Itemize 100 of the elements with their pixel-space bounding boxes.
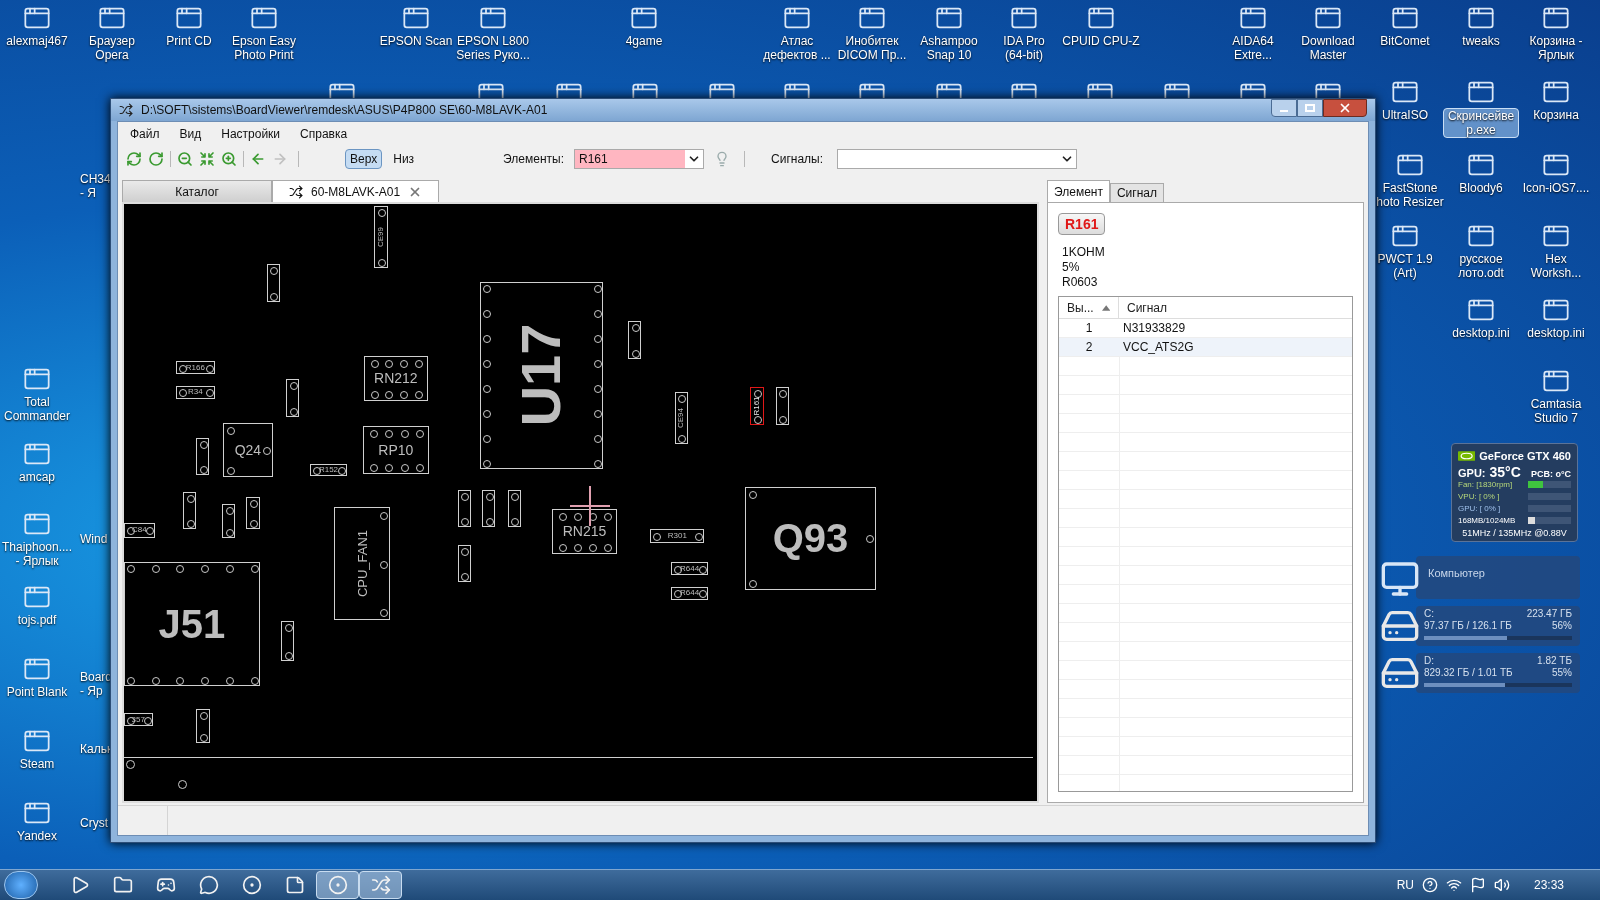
board-component[interactable]: Q93 [745,486,876,590]
help-icon[interactable] [1421,877,1438,893]
desktop-icon-label[interactable]: IDA Pro (64-bit) [999,34,1049,62]
start-button[interactable] [4,871,38,899]
board-component[interactable]: CPU_FAN1 [334,506,391,621]
board-component[interactable]: J51 [124,562,260,687]
board-component[interactable]: CE99 [373,206,389,269]
maximize-button[interactable] [1297,99,1323,117]
part-button[interactable]: R161 [1058,213,1106,235]
desktop-icon-label[interactable]: tojs.pdf [13,613,61,627]
desktop-icon-label[interactable]: 4game [621,34,667,48]
board-component[interactable]: RN212 [363,355,428,401]
desktop-icon-label[interactable]: Инобитек DICOM Пр... [833,34,911,62]
side-toggle[interactable]: Верх [345,149,383,169]
desktop-icon-label[interactable]: UltraISO [1378,108,1432,122]
menu-item[interactable]: Настройки [221,125,281,143]
left-arrow-icon[interactable] [250,151,266,167]
desktop-icon-label[interactable]: Ashampoo Snap 10 [916,34,982,62]
flag-icon[interactable] [1469,877,1486,893]
desktop-icon-label[interactable]: Epson Easy Photo Print [227,34,300,62]
board-component[interactable]: 357 [124,712,153,727]
board-component[interactable] [775,386,789,426]
board-component[interactable] [627,321,642,360]
desktop-icon-label[interactable]: Point Blank [2,685,72,699]
zoom-out-icon[interactable] [177,151,193,167]
desktop-icon-label[interactable]: Wind [80,532,108,546]
language-indicator[interactable]: RU [1396,876,1414,894]
desktop-icon-label[interactable]: desktop.ini [1448,326,1514,340]
board-component[interactable]: Q24 [222,423,273,478]
panel-tab[interactable]: Элемент [1047,180,1110,202]
menu-item[interactable]: Файл [130,125,160,143]
desktop-icon-label[interactable]: FastStone hoto Resizer [1372,181,1448,209]
board-component[interactable] [196,437,209,476]
board-component[interactable]: R644 [670,562,709,576]
board-component[interactable] [286,379,300,418]
side-toggle[interactable]: Низ [388,149,420,169]
desktop-icon-label[interactable]: Корзина - Ярлык [1525,34,1587,62]
desktop-icon-label[interactable]: Корзина [1529,108,1583,122]
desktop-icon-label[interactable]: Yandex [13,829,61,843]
document-tab[interactable]: 60-M8LAVK-A01 [272,180,440,202]
desktop-icon-label[interactable]: BitComet [1376,34,1434,48]
board-canvas[interactable]: CE99 R166 R34 RN212 U17 Q24 RP10 R152 CE94 R161 C84 CPU_FAN1 RN215 R301 R644 R644 Q93 J51 357 [122,202,1039,803]
menu-item[interactable]: Вид [179,125,202,143]
desktop-icon-label[interactable]: Браузер Opera [85,34,139,62]
board-component[interactable] [266,264,281,302]
menu-item[interactable]: Справка [300,125,348,143]
elements-combobox[interactable]: R161 [574,149,704,169]
board-component[interactable]: R152 [309,464,348,477]
minimize-button[interactable] [1271,99,1297,117]
network-icon[interactable] [1445,877,1462,893]
column-header[interactable]: Вы... [1059,297,1119,318]
desktop-icon-label[interactable]: русское лото.odt [1454,252,1508,280]
desktop-icon-label[interactable]: desktop.ini [1523,326,1589,340]
board-component[interactable] [457,489,471,528]
board-component[interactable] [196,708,210,743]
desktop-icon-label[interactable]: Bloody6 [1455,181,1507,195]
desktop-icon-label[interactable]: PWCT 1.9 (Art) [1373,252,1437,280]
document-tab[interactable]: Каталог [122,180,272,202]
board-component[interactable]: R166 [176,361,215,375]
desktop-icon-label[interactable]: Print CD [162,34,216,48]
desktop-icon-label[interactable]: CPUID CPU-Z [1058,34,1144,48]
desktop-icon-label[interactable]: Download Master [1297,34,1359,62]
desktop-icon-label[interactable]: Атлас дефектов ... [759,34,835,62]
clock[interactable]: 23:33 [1533,876,1564,894]
board-component[interactable] [246,496,260,530]
desktop-icon-label[interactable]: Thaiphoon.... - Ярлык [0,540,77,568]
desktop-icon-label[interactable]: Camtasia Studio 7 [1526,397,1586,425]
desktop-icon-label[interactable]: Steam [15,757,59,771]
board-component[interactable] [507,489,521,528]
fit-icon[interactable] [199,151,215,167]
board-component[interactable]: RN215 [552,508,617,554]
board-component[interactable]: R34 [176,385,215,399]
board-component[interactable]: U17 [479,281,604,470]
refresh-icon[interactable] [126,151,142,167]
desktop-icon-label[interactable]: Cryst [80,816,108,830]
desktop-icon-label[interactable]: Icon-iOS7.... [1518,181,1594,195]
board-component[interactable]: CE94 [674,391,689,444]
board-component[interactable] [221,503,236,538]
zoom-in-icon[interactable] [221,151,237,167]
panel-tab[interactable]: Сигнал [1109,183,1164,202]
board-component[interactable] [457,544,471,583]
board-component[interactable]: R644 [670,586,709,600]
board-component[interactable] [281,621,295,661]
column-header[interactable]: Сигнал [1119,297,1352,318]
board-component[interactable]: R301 [650,529,705,543]
volume-icon[interactable] [1493,877,1510,893]
desktop-icon-label[interactable]: Hex Worksh... [1526,252,1586,280]
board-component[interactable]: RP10 [362,426,429,475]
desktop-icon-label[interactable]: tweaks [1458,34,1504,48]
rotate-icon[interactable] [148,151,164,167]
close-button[interactable] [1323,99,1367,117]
board-component[interactable]: R161 [750,386,764,426]
desktop-icon-label[interactable]: CH34 - Я [80,172,111,200]
board-component[interactable] [482,489,496,528]
desktop-icon-label[interactable]: Board - Яр [80,670,113,698]
desktop-icon-label[interactable]: AIDA64 Extre... [1228,34,1278,62]
desktop-icon-label[interactable]: Total Commander [0,395,74,423]
board-component[interactable] [183,491,197,530]
board-component[interactable]: C84 [124,523,155,538]
desktop-icon-label[interactable]: alexmaj467 [2,34,72,48]
